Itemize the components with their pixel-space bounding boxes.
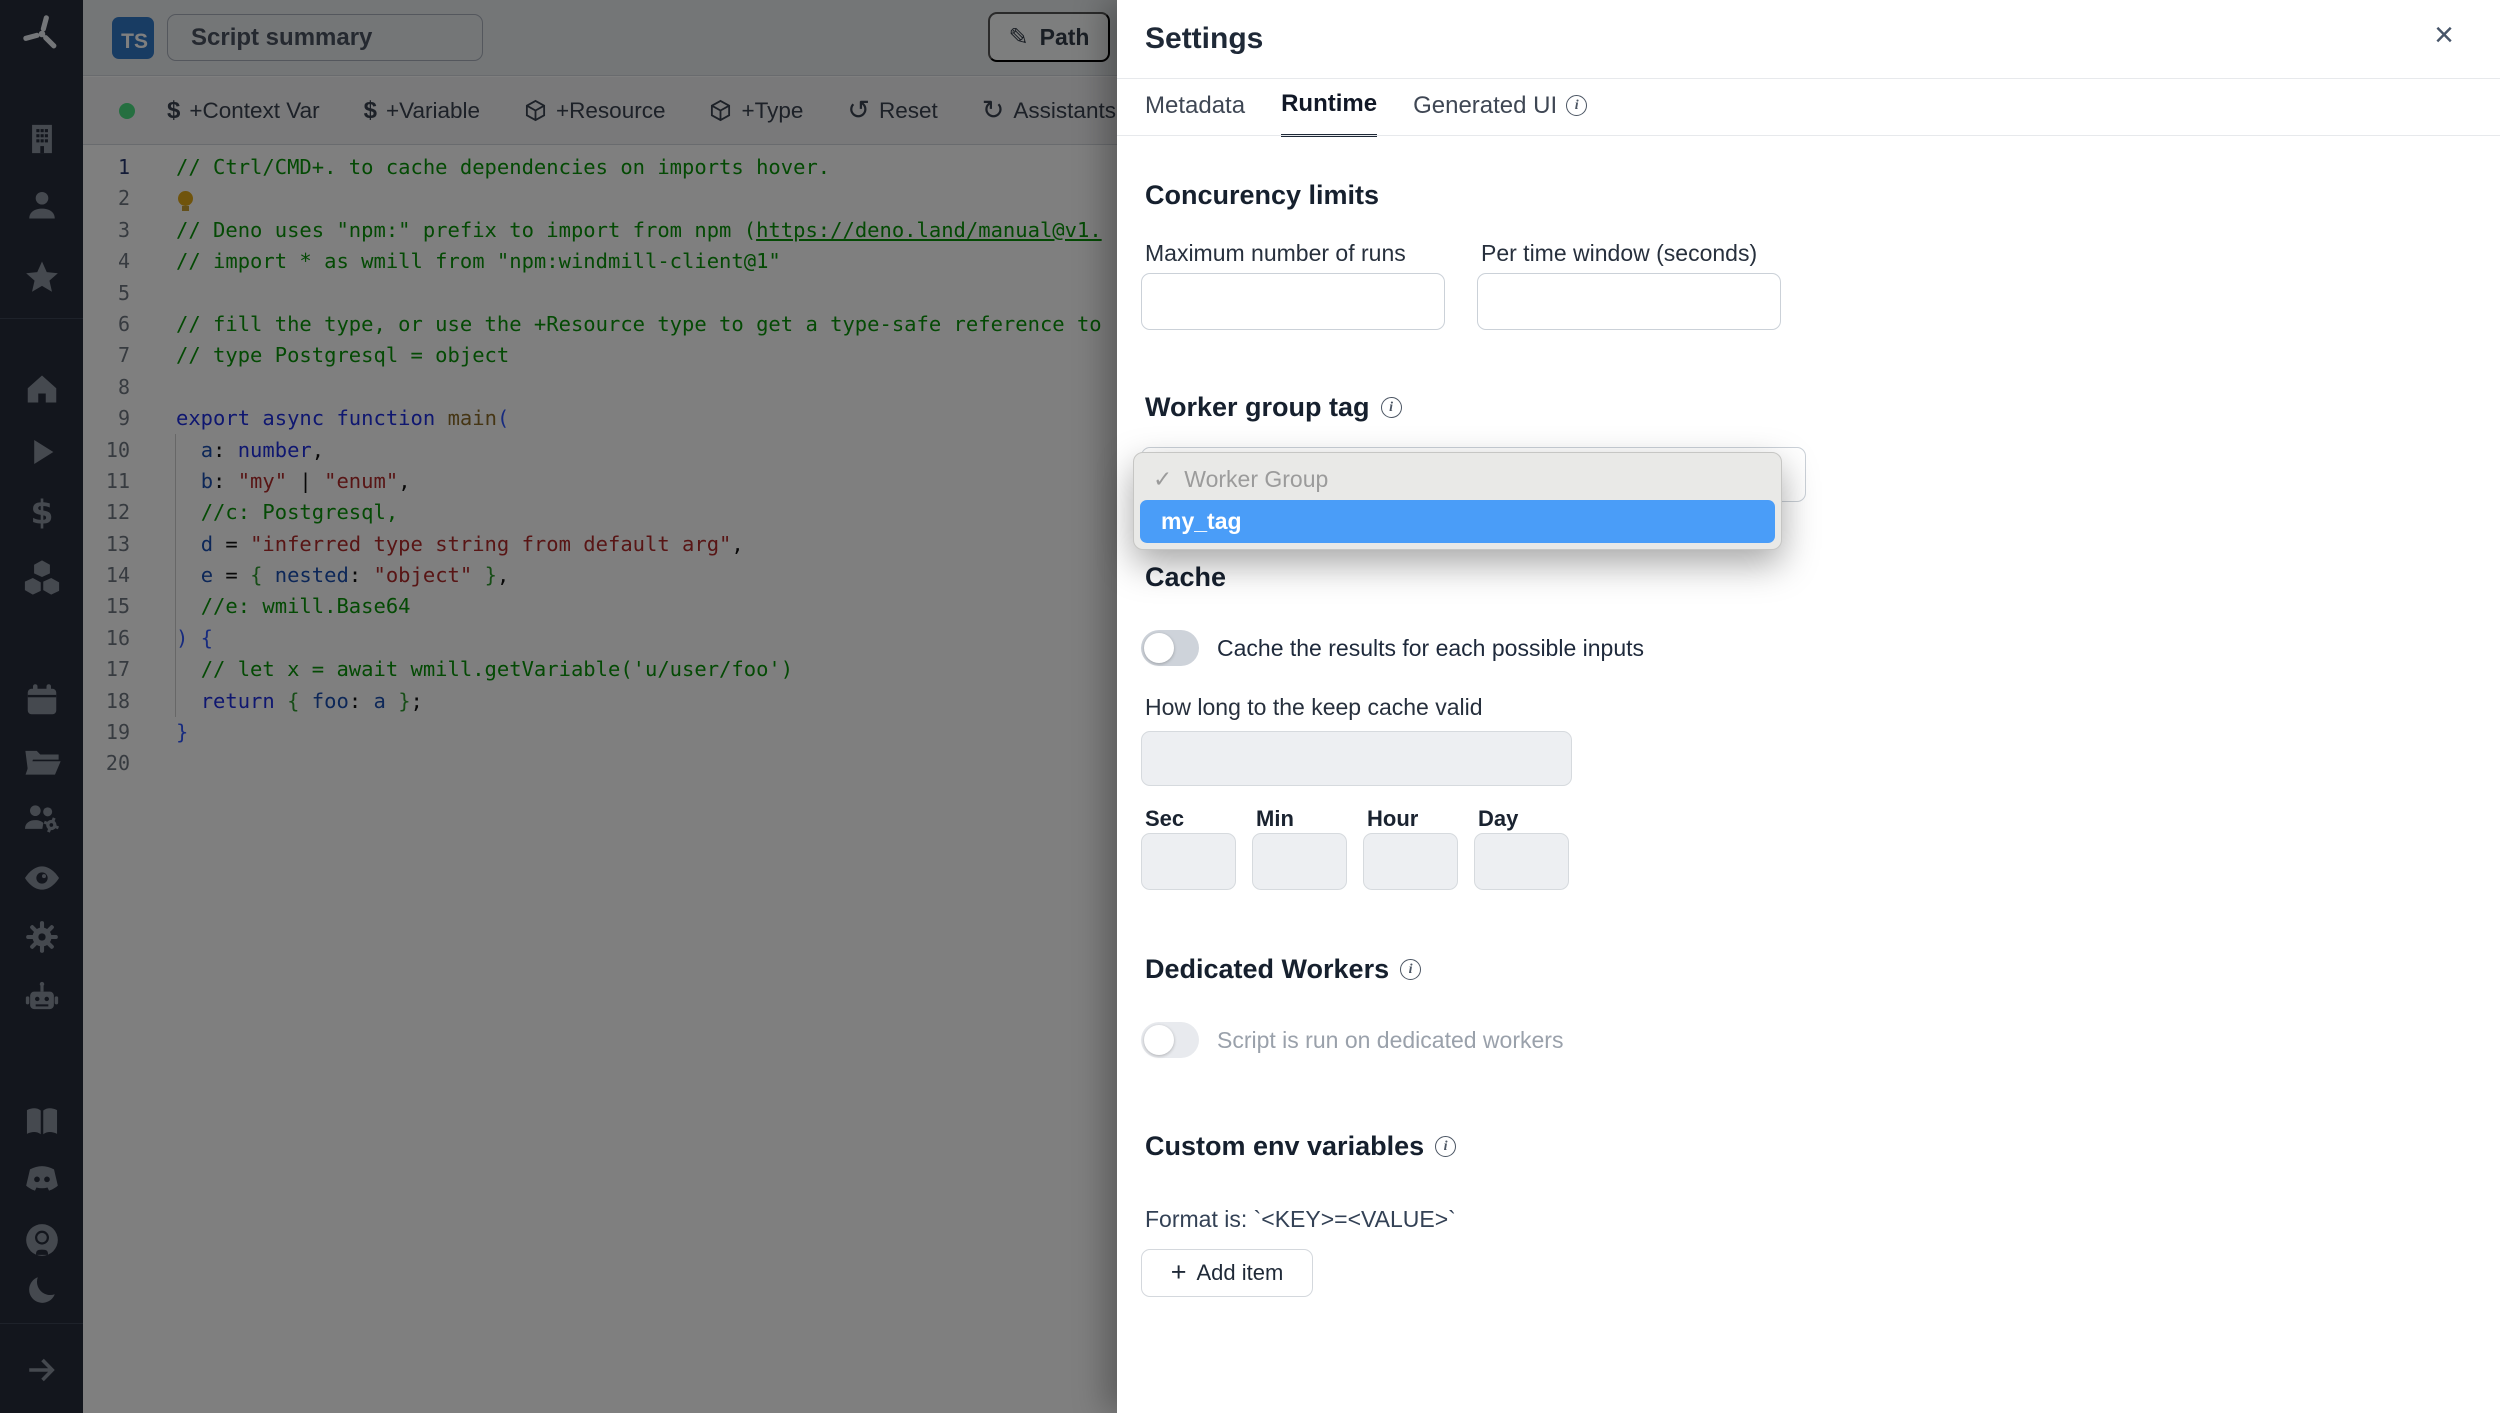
dedicated-workers-toggle[interactable] (1141, 1022, 1199, 1058)
settings-tabs: Metadata Runtime Generated UI i (1145, 90, 1588, 137)
env-format-hint: Format is: `<KEY>=<VALUE>` (1145, 1206, 1456, 1232)
settings-drawer: Settings × Metadata Runtime Generated UI… (1117, 0, 2500, 1413)
toggle-knob (1144, 633, 1174, 663)
add-item-label: Add item (1196, 1260, 1284, 1285)
header-divider (1117, 78, 2500, 79)
dropdown-group-header: ✓ Worker Group (1140, 458, 1775, 500)
drawer-title: Settings (1145, 22, 1264, 55)
min-input[interactable] (1252, 833, 1347, 890)
info-icon: i (1435, 1136, 1457, 1157)
cache-heading: Cache (1145, 562, 1227, 592)
day-input[interactable] (1474, 833, 1569, 890)
min-label: Min (1256, 806, 1294, 831)
worker-group-heading-label: Worker group tag (1145, 392, 1370, 422)
dedicated-workers-heading: Dedicated Workers i (1145, 954, 1422, 985)
custom-env-heading-label: Custom env variables (1145, 1131, 1425, 1161)
max-runs-label: Maximum number of runs (1145, 240, 1406, 266)
hour-label: Hour (1367, 806, 1419, 831)
dedicated-workers-heading-label: Dedicated Workers (1145, 954, 1390, 984)
toggle-knob (1144, 1025, 1174, 1055)
max-runs-input[interactable] (1141, 273, 1445, 330)
dropdown-item-my-tag[interactable]: my_tag (1140, 500, 1775, 543)
concurrency-heading: Concurency limits (1145, 180, 1380, 210)
custom-env-heading: Custom env variables i (1145, 1131, 1457, 1162)
add-item-button[interactable]: + Add item (1141, 1249, 1313, 1297)
cache-toggle-label: Cache the results for each possible inpu… (1217, 635, 1645, 661)
tab-generated-ui-label: Generated UI (1413, 91, 1558, 119)
info-icon: i (1380, 397, 1402, 418)
hour-input[interactable] (1363, 833, 1458, 890)
dedicated-workers-toggle-label: Script is run on dedicated workers (1217, 1027, 1564, 1053)
modal-backdrop[interactable] (0, 0, 1117, 1413)
info-icon: i (1566, 95, 1588, 116)
tab-metadata[interactable]: Metadata (1145, 90, 1245, 137)
sec-label: Sec (1145, 806, 1185, 831)
time-window-label: Per time window (seconds) (1481, 240, 1758, 266)
time-window-input[interactable] (1477, 273, 1781, 330)
info-icon: i (1400, 959, 1422, 980)
tabs-divider (1117, 135, 2500, 136)
cache-duration-input[interactable] (1141, 731, 1572, 786)
tab-runtime[interactable]: Runtime (1281, 90, 1378, 137)
check-icon: ✓ (1153, 465, 1173, 492)
day-label: Day (1478, 806, 1519, 831)
sec-input[interactable] (1141, 833, 1236, 890)
tab-generated-ui[interactable]: Generated UI i (1413, 90, 1588, 137)
app-root: $ (0, 0, 2500, 1413)
close-icon[interactable]: × (2434, 18, 2454, 52)
dropdown-group-label: Worker Group (1184, 465, 1329, 492)
plus-icon: + (1170, 1256, 1187, 1287)
cache-toggle[interactable] (1141, 630, 1199, 666)
cache-duration-label: How long to the keep cache valid (1145, 694, 1483, 720)
worker-group-dropdown: ✓ Worker Group my_tag (1133, 452, 1782, 550)
worker-group-heading: Worker group tag i (1145, 392, 1402, 423)
